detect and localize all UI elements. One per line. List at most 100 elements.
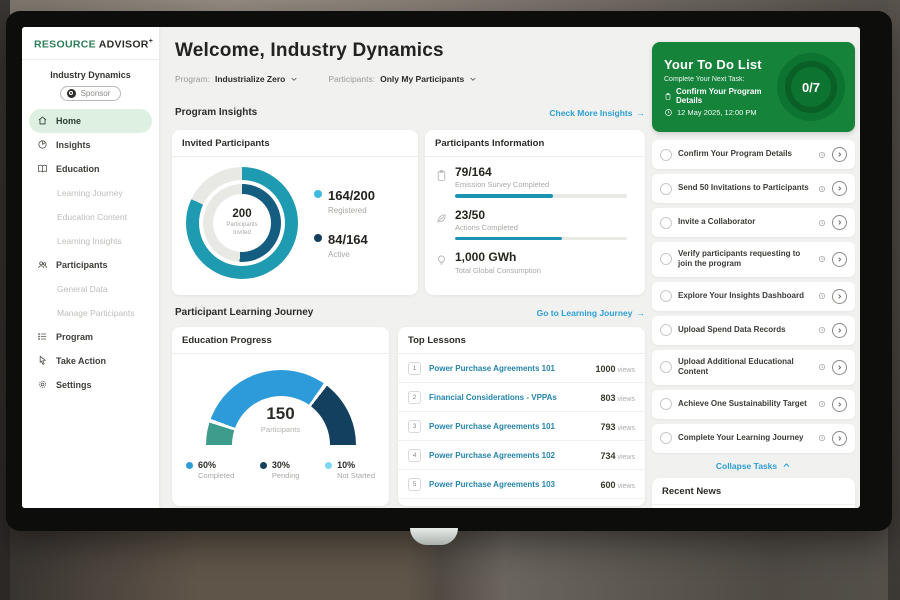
lesson-row[interactable]: 2 Financial Considerations - VPPAs 803vi… bbox=[398, 383, 645, 412]
todo-task[interactable]: Invite a Collaborator bbox=[652, 208, 855, 237]
sidebar-item-education-content[interactable]: Education Content bbox=[29, 205, 152, 229]
lesson-views: 600 bbox=[600, 480, 615, 490]
task-chevron-button[interactable] bbox=[832, 181, 847, 196]
program-dropdown[interactable]: Program: Industrialize Zero bbox=[175, 74, 298, 84]
sidebar-item-settings[interactable]: Settings bbox=[29, 373, 152, 397]
gear-icon bbox=[37, 379, 48, 390]
todo-task[interactable]: Confirm Your Program Details bbox=[652, 140, 855, 169]
home-icon bbox=[37, 115, 48, 126]
task-chevron-button[interactable] bbox=[832, 252, 847, 267]
task-label: Send 50 Invitations to Participants bbox=[678, 183, 812, 193]
task-label: Achieve One Sustainability Target bbox=[678, 399, 812, 409]
progress-bar-track bbox=[455, 194, 627, 198]
sidebar-item-take-action[interactable]: Take Action bbox=[29, 349, 152, 373]
legend-dot bbox=[325, 462, 332, 469]
todo-title: Your To Do List bbox=[664, 57, 777, 72]
task-chevron-button[interactable] bbox=[832, 147, 847, 162]
sidebar-item-general-data[interactable]: General Data bbox=[29, 277, 152, 301]
legend-label: Registered bbox=[328, 206, 375, 215]
logo-secondary: ADVISOR bbox=[99, 39, 149, 51]
stat-label: Total Global Consumption bbox=[455, 266, 541, 275]
lesson-title-link[interactable]: Power Purchase Agreements 103 bbox=[429, 480, 592, 489]
sidebar-item-education[interactable]: Education bbox=[29, 157, 152, 181]
todo-task[interactable]: Achieve One Sustainability Target bbox=[652, 390, 855, 419]
sponsor-label: Sponsor bbox=[81, 89, 111, 98]
participants-dropdown[interactable]: Participants: Only My Participants bbox=[328, 74, 477, 84]
clipboard-icon bbox=[435, 169, 448, 182]
arrow-right-icon: → bbox=[637, 308, 646, 318]
todo-next-task-label: Confirm Your Program Details bbox=[676, 87, 777, 105]
sidebar-item-participants[interactable]: Participants bbox=[29, 253, 152, 277]
sidebar-item-insights[interactable]: Insights bbox=[29, 133, 152, 157]
todo-task[interactable]: Explore Your Insights Dashboard bbox=[652, 282, 855, 311]
task-label: Upload Additional Educational Content bbox=[678, 357, 812, 378]
main-content: Welcome, Industry Dynamics Program: Indu… bbox=[159, 27, 860, 508]
lesson-row[interactable]: 3 Power Purchase Agreements 101 793views bbox=[398, 412, 645, 441]
clock-icon bbox=[818, 326, 826, 334]
participants-label: Participants: bbox=[328, 74, 375, 84]
collapse-tasks-link[interactable]: Collapse Tasks bbox=[652, 461, 855, 471]
task-radio[interactable] bbox=[660, 324, 672, 336]
recent-news-title: Recent News bbox=[652, 478, 855, 505]
legend-value: 164/200 bbox=[328, 188, 375, 203]
lesson-rank: 2 bbox=[408, 391, 421, 404]
lesson-title-link[interactable]: Financial Considerations - VPPAs bbox=[429, 393, 592, 402]
clock-icon bbox=[818, 400, 826, 408]
sidebar-item-home[interactable]: Home bbox=[29, 109, 152, 133]
lesson-title-link[interactable]: Power Purchase Agreements 101 bbox=[429, 422, 592, 431]
task-chevron-button[interactable] bbox=[832, 215, 847, 230]
chevron-right-icon bbox=[835, 150, 844, 159]
card-title: Top Lessons bbox=[398, 327, 645, 354]
task-chevron-button[interactable] bbox=[832, 431, 847, 446]
todo-task[interactable]: Complete Your Learning Journey bbox=[652, 424, 855, 453]
lesson-row[interactable]: 1 Power Purchase Agreements 101 1000view… bbox=[398, 354, 645, 383]
todo-task[interactable]: Verify participants requesting to join t… bbox=[652, 242, 855, 277]
sidebar-item-manage-participants[interactable]: Manage Participants bbox=[29, 301, 152, 325]
task-radio[interactable] bbox=[660, 361, 672, 373]
chevron-right-icon bbox=[835, 363, 844, 372]
lesson-views: 1000 bbox=[595, 364, 615, 374]
views-suffix: views bbox=[617, 425, 635, 432]
lesson-title-link[interactable]: Power Purchase Agreements 101 bbox=[429, 364, 587, 373]
lesson-rank: 1 bbox=[408, 362, 421, 375]
invited-center-value: 200 bbox=[232, 208, 251, 220]
sponsor-icon bbox=[67, 89, 76, 98]
lesson-rank: 5 bbox=[408, 478, 421, 491]
sidebar-item-label: Settings bbox=[56, 380, 92, 390]
todo-task[interactable]: Send 50 Invitations to Participants bbox=[652, 174, 855, 203]
lesson-row[interactable]: 5 Power Purchase Agreements 103 600views bbox=[398, 470, 645, 499]
stat-value: 23/50 bbox=[455, 209, 627, 222]
task-chevron-button[interactable] bbox=[832, 289, 847, 304]
task-radio[interactable] bbox=[660, 149, 672, 161]
task-chevron-button[interactable] bbox=[832, 360, 847, 375]
task-radio[interactable] bbox=[660, 183, 672, 195]
task-chevron-button[interactable] bbox=[832, 323, 847, 338]
sponsor-badge: Sponsor bbox=[60, 86, 122, 101]
task-label: Explore Your Insights Dashboard bbox=[678, 291, 812, 301]
sidebar-item-label: Take Action bbox=[56, 356, 106, 366]
sidebar-item-label: Program bbox=[56, 332, 93, 342]
legend-dot bbox=[314, 234, 322, 242]
sidebar-item-learning-journey[interactable]: Learning Journey bbox=[29, 181, 152, 205]
task-radio[interactable] bbox=[660, 432, 672, 444]
sidebar-item-program[interactable]: Program bbox=[29, 325, 152, 349]
task-radio[interactable] bbox=[660, 398, 672, 410]
check-more-insights-link[interactable]: Check More Insights→ bbox=[549, 108, 645, 118]
lesson-title-link[interactable]: Power Purchase Agreements 102 bbox=[429, 451, 592, 460]
invited-donut-center: 200 Participants Invited bbox=[213, 194, 271, 252]
education-progress-card: Education Progress 150 Participants 60%C… bbox=[172, 327, 389, 506]
sidebar-item-learning-insights[interactable]: Learning Insights bbox=[29, 229, 152, 253]
lesson-rank: 3 bbox=[408, 420, 421, 433]
task-radio[interactable] bbox=[660, 253, 672, 265]
todo-task[interactable]: Upload Additional Educational Content bbox=[652, 350, 855, 385]
program-value: Industrialize Zero bbox=[215, 74, 285, 84]
go-to-learning-journey-link[interactable]: Go to Learning Journey→ bbox=[537, 308, 645, 318]
legend-item-active: 84/164Active bbox=[314, 231, 375, 259]
lesson-views: 793 bbox=[600, 422, 615, 432]
invited-center-label: Participants Invited bbox=[222, 222, 262, 238]
task-radio[interactable] bbox=[660, 290, 672, 302]
todo-task[interactable]: Upload Spend Data Records bbox=[652, 316, 855, 345]
task-chevron-button[interactable] bbox=[832, 397, 847, 412]
lesson-row[interactable]: 4 Power Purchase Agreements 102 734views bbox=[398, 441, 645, 470]
task-radio[interactable] bbox=[660, 217, 672, 229]
